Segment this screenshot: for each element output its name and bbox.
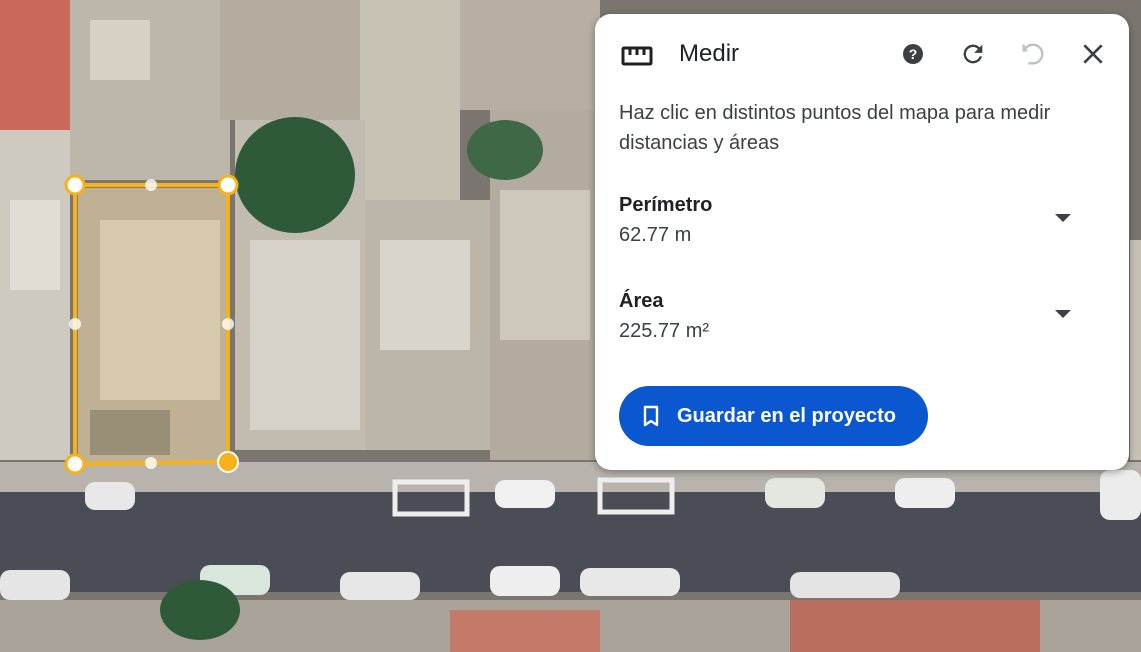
close-button[interactable] — [1075, 36, 1111, 72]
area-label: Área — [619, 290, 664, 312]
panel-title: Medir — [679, 40, 740, 67]
reset-button[interactable] — [955, 36, 991, 72]
vertex-handle-active — [217, 451, 239, 473]
instructions-text: Haz clic en distintos puntos del mapa pa… — [619, 102, 1051, 154]
vertex-handle — [64, 174, 86, 196]
refresh-icon — [963, 44, 983, 64]
area-unit-dropdown[interactable] — [1047, 298, 1079, 330]
midpoint-handle — [222, 318, 234, 330]
ruler-icon — [621, 46, 653, 66]
caret-down-icon — [1055, 214, 1071, 222]
save-button-label: Guardar en el proyecto — [677, 404, 896, 427]
perimeter-unit-dropdown[interactable] — [1047, 202, 1079, 234]
vertex-handle — [64, 453, 86, 475]
undo-button[interactable] — [1015, 36, 1051, 72]
help-button[interactable]: ? — [895, 36, 931, 72]
midpoint-handle — [145, 179, 157, 191]
undo-icon — [1022, 43, 1044, 65]
measure-polygon[interactable] — [64, 174, 239, 475]
measure-panel: Medir ? Haz clic en distintos puntos del… — [595, 14, 1129, 470]
close-icon — [1083, 44, 1103, 64]
bookmark-icon — [643, 405, 659, 427]
caret-down-icon — [1055, 310, 1071, 318]
perimeter-label: Perímetro — [619, 194, 713, 216]
svg-text:?: ? — [909, 46, 918, 62]
midpoint-handle — [145, 457, 157, 469]
save-to-project-button[interactable]: Guardar en el proyecto — [619, 386, 928, 446]
area-value: 225.77 m² — [619, 320, 710, 342]
vertex-handle — [217, 174, 239, 196]
midpoint-handle — [69, 318, 81, 330]
perimeter-value: 62.77 m — [619, 224, 692, 246]
help-icon: ? — [903, 44, 923, 64]
